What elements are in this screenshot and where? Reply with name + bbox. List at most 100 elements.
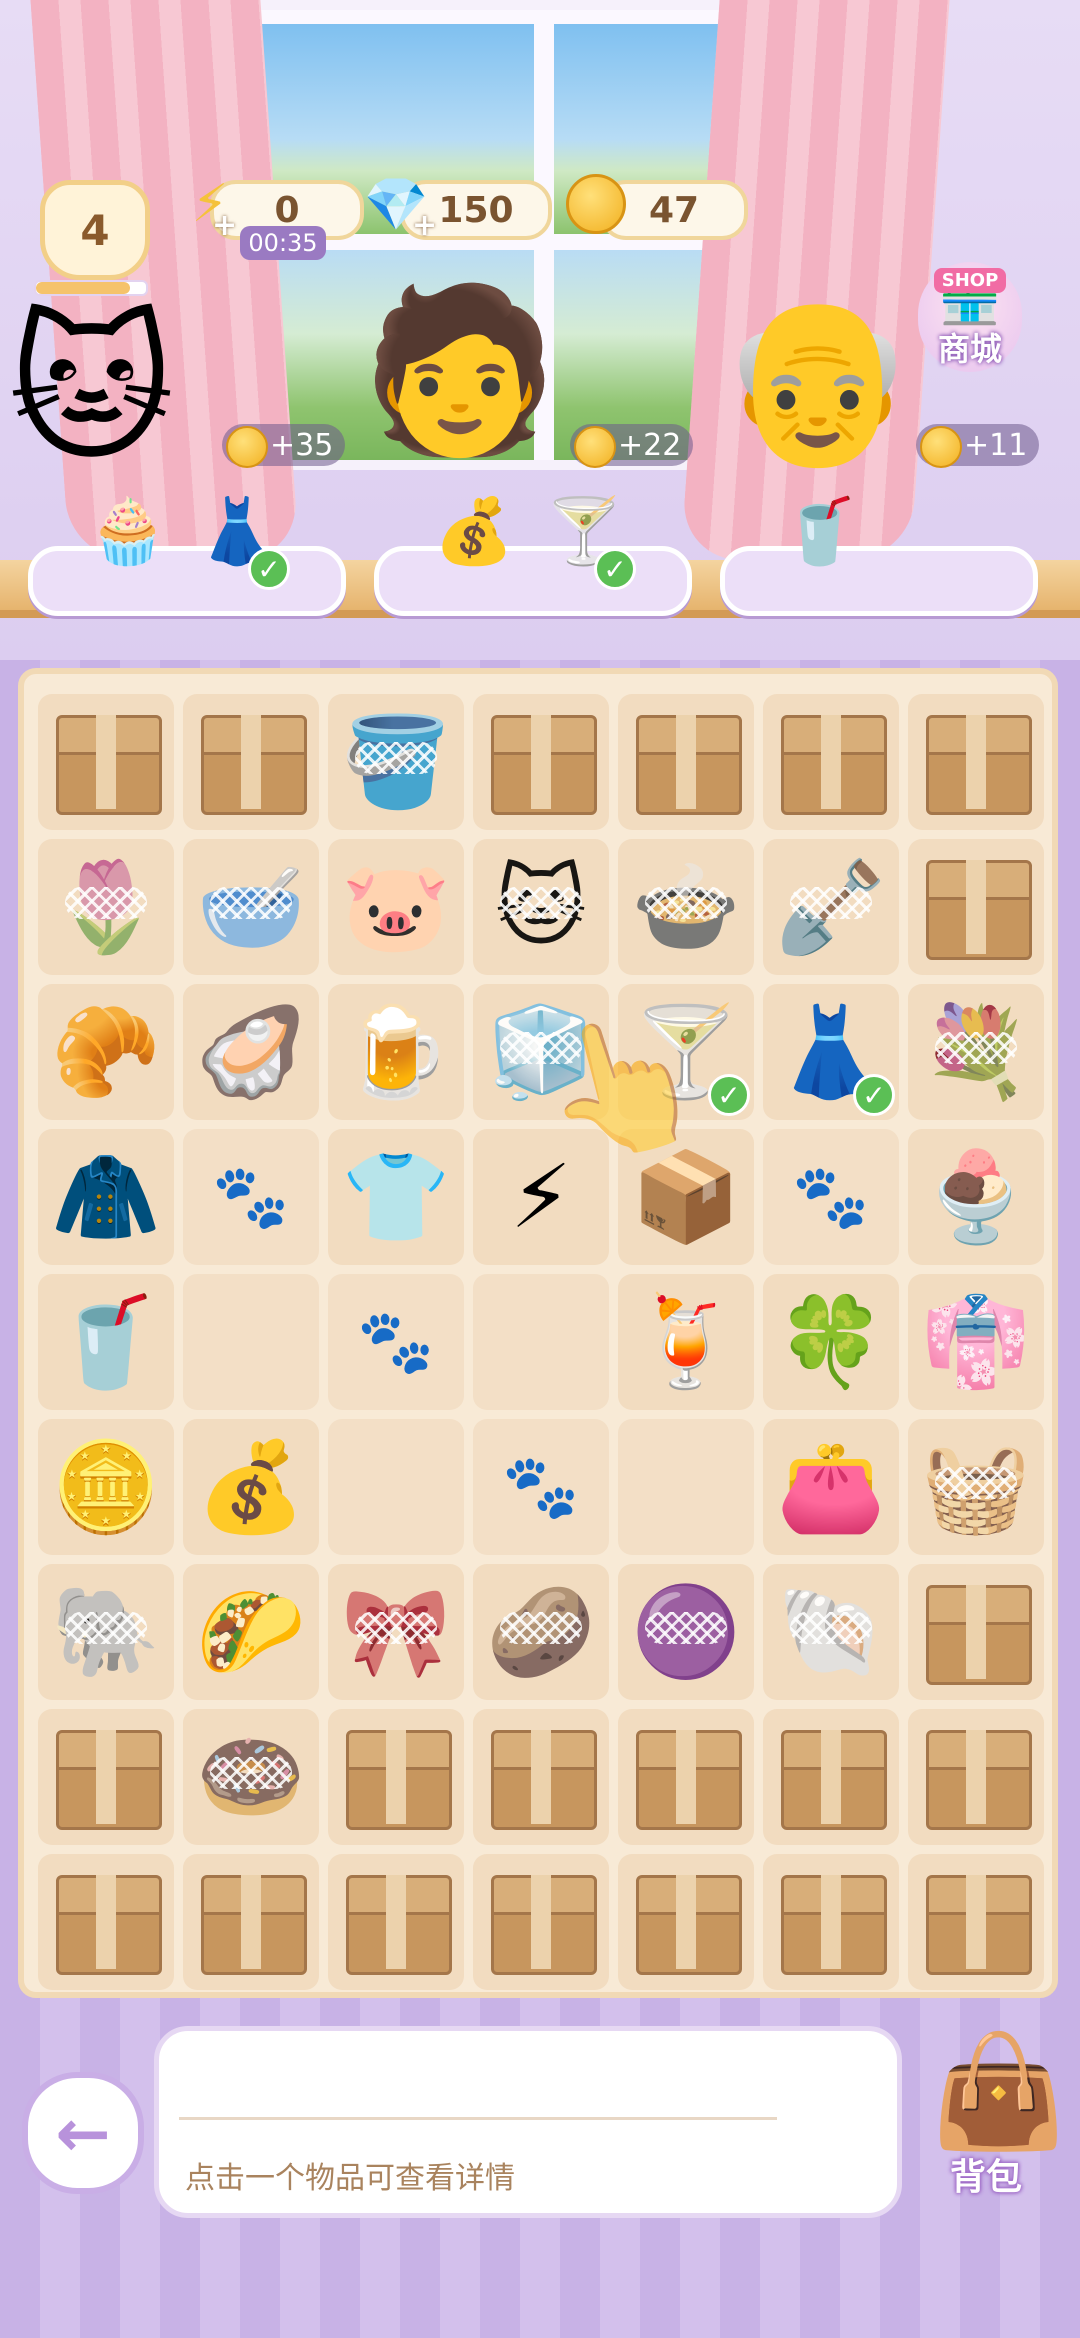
shop-tag: SHOP — [933, 268, 1007, 293]
board-cell-box[interactable] — [763, 1854, 899, 1990]
board-cell-item[interactable]: 🍨 — [908, 1129, 1044, 1265]
board-cell-box[interactable] — [908, 1564, 1044, 1700]
board-cell-locked-item[interactable]: 🟣 — [618, 1564, 754, 1700]
board-cell-locked-item[interactable]: 🍲 — [618, 839, 754, 975]
bottom-bar: ← 点击一个物品可查看详情 👜 背包 — [0, 2000, 1080, 2338]
cardboard-box-icon — [775, 1869, 887, 1975]
cardboard-box-icon — [195, 709, 307, 815]
cardboard-box-icon — [920, 854, 1032, 960]
gem-plus-icon[interactable]: + — [412, 211, 437, 241]
board-cell-empty[interactable]: 🐾 — [473, 1419, 609, 1555]
board-cell-box[interactable] — [618, 1854, 754, 1990]
board-cell-locked-item[interactable]: 🪣 — [328, 694, 464, 830]
board-cell-locked-item[interactable]: 💐 — [908, 984, 1044, 1120]
cardboard-box-icon — [630, 709, 742, 815]
energy-value: 0 — [274, 189, 300, 231]
board-cell-item[interactable]: 👗 ✓ — [763, 984, 899, 1120]
board-cell-item[interactable]: 🍺 — [328, 984, 464, 1120]
board-cell-empty[interactable]: 🐾 — [183, 1129, 319, 1265]
board-cell-box[interactable] — [763, 694, 899, 830]
board-cell-locked-item[interactable]: 🐘 — [38, 1564, 174, 1700]
item-icon: 🪙 — [51, 1435, 161, 1538]
board-cell-box[interactable] — [618, 694, 754, 830]
order-slot-1[interactable] — [28, 546, 346, 616]
customer-scene: 4 0 ⚡ + 00:35 150 💎 + 47 SHOP 🏪 商城 🐱 🧑 👴… — [0, 0, 1080, 660]
board-cell-item[interactable]: 👛 — [763, 1419, 899, 1555]
paw-icon: 🐾 — [792, 1160, 870, 1233]
order-item-3-1[interactable]: 🥤 — [780, 500, 860, 564]
cardboard-box-icon — [920, 1724, 1032, 1830]
board-cell-box[interactable] — [908, 839, 1044, 975]
board-cell-box[interactable] — [38, 694, 174, 830]
board-cell-locked-item[interactable]: 🥔 — [473, 1564, 609, 1700]
item-icon: 🌷 — [51, 855, 161, 958]
board-cell-box[interactable] — [908, 694, 1044, 830]
board-cell-empty[interactable] — [183, 1274, 319, 1410]
shop-button[interactable]: SHOP 🏪 商城 — [918, 262, 1022, 372]
item-icon: 🍀 — [776, 1290, 886, 1393]
board-cell-box[interactable] — [38, 1854, 174, 1990]
energy-plus-icon[interactable]: + — [212, 211, 237, 241]
board-cell-box[interactable] — [908, 1709, 1044, 1845]
item-icon: 🟣 — [631, 1580, 741, 1683]
board-cell-box[interactable] — [183, 694, 319, 830]
level-badge[interactable]: 4 — [40, 180, 150, 280]
board-cell-locked-item[interactable]: 🌷 — [38, 839, 174, 975]
board-cell-box[interactable] — [908, 1854, 1044, 1990]
dark-haired-boy-character[interactable]: 🧑 — [360, 290, 559, 450]
board-cell-item[interactable]: 🥐 — [38, 984, 174, 1120]
board-cell-box[interactable] — [473, 1709, 609, 1845]
board-cell-box[interactable] — [328, 1854, 464, 1990]
paw-icon: 🐾 — [357, 1305, 435, 1378]
item-icon: 🐘 — [51, 1580, 161, 1683]
board-cell-empty[interactable]: 🐾 — [328, 1274, 464, 1410]
cardboard-box-icon — [485, 709, 597, 815]
board-cell-box[interactable] — [183, 1854, 319, 1990]
board-cell-empty[interactable] — [328, 1419, 464, 1555]
board-cell-empty[interactable]: 🐾 — [763, 1129, 899, 1265]
item-icon: 🐚 — [776, 1580, 886, 1683]
board-cell-item[interactable]: 🥤 — [38, 1274, 174, 1410]
board-cell-item[interactable]: 👕 — [328, 1129, 464, 1265]
board-cell-box[interactable] — [473, 694, 609, 830]
board-cell-item[interactable]: 🍀 — [763, 1274, 899, 1410]
reward-badge-1: +35 — [222, 424, 346, 468]
order-slot-2[interactable] — [374, 546, 692, 616]
board-cell-item[interactable]: 🦪 — [183, 984, 319, 1120]
item-icon: 🧥 — [51, 1145, 161, 1248]
backpack-button[interactable]: 👜 背包 — [910, 2036, 1072, 2214]
board-cell-locked-item[interactable]: 🎀 — [328, 1564, 464, 1700]
board-cell-locked-item[interactable]: 🥣 — [183, 839, 319, 975]
order-slot-3[interactable] — [720, 546, 1038, 616]
board-cell-item[interactable]: 💰 — [183, 1419, 319, 1555]
item-hint-text: 点击一个物品可查看详情 — [185, 2161, 515, 2196]
order-item-1-1[interactable]: 🧁 — [88, 500, 168, 564]
item-icon: 🐷 — [341, 855, 451, 958]
board-cell-item[interactable]: 🍹 — [618, 1274, 754, 1410]
item-icon: 👕 — [341, 1145, 451, 1248]
order-item-2-1[interactable]: 💰 — [434, 500, 514, 564]
cardboard-box-icon — [50, 709, 162, 815]
board-cell-locked-item[interactable]: 🧺 — [908, 1419, 1044, 1555]
cardboard-box-icon — [775, 1724, 887, 1830]
silver-haired-man-character[interactable]: 👴 — [718, 300, 917, 460]
board-cell-box[interactable] — [763, 1709, 899, 1845]
reward-value-3: +11 — [964, 427, 1028, 463]
board-cell-box[interactable] — [473, 1854, 609, 1990]
board-cell-item[interactable]: 👘 — [908, 1274, 1044, 1410]
board-cell-item[interactable]: 🌮 — [183, 1564, 319, 1700]
board-cell-locked-item[interactable]: 🐚 — [763, 1564, 899, 1700]
board-cell-box[interactable] — [38, 1709, 174, 1845]
board-cell-item[interactable]: 🧥 — [38, 1129, 174, 1265]
board-cell-locked-item[interactable]: 🐱 — [473, 839, 609, 975]
board-cell-locked-item[interactable]: 🍩 — [183, 1709, 319, 1845]
board-cell-box[interactable] — [618, 1709, 754, 1845]
board-cell-locked-item[interactable]: 🪏 — [763, 839, 899, 975]
cat-witch-character[interactable]: 🐱 — [8, 310, 175, 470]
board-cell-item[interactable]: 🐷 — [328, 839, 464, 975]
back-button[interactable]: ← — [22, 2072, 144, 2194]
board-cell-box[interactable] — [328, 1709, 464, 1845]
board-cell-empty[interactable] — [473, 1274, 609, 1410]
board-cell-empty[interactable] — [618, 1419, 754, 1555]
board-cell-item[interactable]: 🪙 — [38, 1419, 174, 1555]
